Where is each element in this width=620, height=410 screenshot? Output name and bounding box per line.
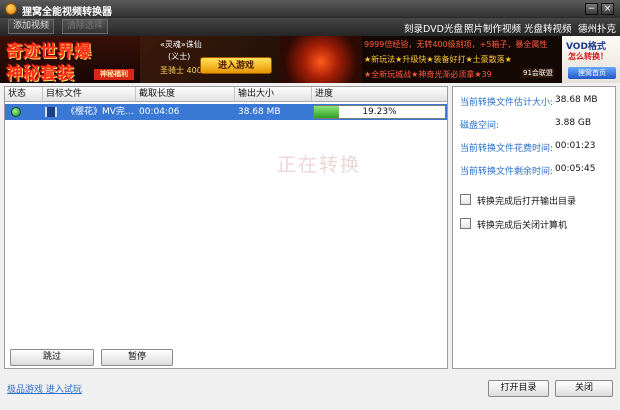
ad-right-line-1: 9999倍经验，无转400级刻项，+5箱子，暴全属性 [364,40,548,49]
disc-to-video-link[interactable]: 光盘转视频 [524,21,572,35]
table-row[interactable]: 《樱花》MV完… 00:04:06 38.68 MB 19.23% [5,104,447,120]
remaining-time-label: 当前转换文件剩余时间: [460,167,554,177]
ad-mid-panel[interactable]: «灵魂»诛仙 (义士) 圣骑士 400 进入游戏 [140,36,280,83]
ad-banner[interactable]: 奇迹世界爆 神秘套装 神秘福利 «灵魂»诛仙 (义士) 圣骑士 400 进入游戏… [0,36,620,83]
open-directory-button[interactable]: 打开目录 [488,380,549,397]
elapsed-time-value: 00:01:23 [555,141,596,151]
vod-subtitle: 怎么转换！ [568,52,608,61]
minimize-button[interactable]: − [585,3,598,15]
est-size-value: 38.68 MB [555,95,598,105]
table-header: 状态 目标文件 截取长度 输出大小 进度 [5,87,447,102]
converting-watermark: 正在转换 [277,154,362,176]
ad-mid-level: 圣骑士 400 [160,66,202,75]
close-button[interactable]: 关闭 [555,380,613,397]
info-panel: 当前转换文件估计大小: 38.68 MB 磁盘空间: 3.88 GB 当前转换文… [452,86,616,369]
toolbar: 添加视频 清除选择 刻录DVD光盘 照片制作视频 光盘转视频 德州扑克 [0,18,620,36]
vod-ad-panel[interactable]: VOD格式 怎么转换！ 狸窝首页 [562,36,620,83]
ad-left-panel[interactable]: 奇迹世界爆 神秘套装 神秘福利 [0,36,140,83]
progress-percent: 19.23% [362,107,397,117]
game-ad-link[interactable]: 极品游戏 进入试玩 [7,382,82,395]
globe-icon [11,107,21,117]
column-header-output-size[interactable]: 输出大小 [235,87,312,102]
poker-link[interactable]: 德州扑克 [578,21,616,35]
column-header-status[interactable]: 状态 [5,87,43,102]
progress-bar: 19.23% [313,105,446,119]
photo-video-link[interactable]: 照片制作视频 [464,21,521,35]
home-page-button[interactable]: 狸窝首页 [568,67,616,79]
open-output-checkbox[interactable] [460,194,471,205]
ad-left-tag: 神秘福利 [94,69,134,80]
ad-left-subline: 神秘套装 [6,64,74,83]
ad-mid-class: (义士) [168,52,191,61]
row-duration: 00:04:06 [139,107,180,117]
open-output-label[interactable]: 转换完成后打开输出目录 [477,194,576,207]
column-header-duration[interactable]: 截取长度 [136,87,235,102]
app-logo-icon [5,3,17,15]
enter-game-button[interactable]: 进入游戏 [200,57,272,74]
close-window-button[interactable]: × [601,3,614,15]
conversion-list-panel: 状态 目标文件 截取长度 输出大小 进度 《樱花》MV完… 00:04:06 3… [4,86,448,369]
window-title: 狸窝全能视频转换器 [22,7,112,18]
title-bar: 狸窝全能视频转换器 − × [0,0,620,18]
column-header-target-file[interactable]: 目标文件 [43,87,136,102]
burn-dvd-link[interactable]: 刻录DVD光盘 [404,21,463,35]
pause-button[interactable]: 暂停 [101,349,173,366]
remove-selected-button[interactable]: 清除选择 [62,19,108,34]
add-video-button[interactable]: 添加视频 [8,19,54,34]
elapsed-time-label: 当前转换文件花费时间: [460,144,554,154]
remaining-time-value: 00:05:45 [555,164,596,174]
row-file-name: 《樱花》MV完… [66,107,134,117]
shutdown-label[interactable]: 转换完成后关闭计算机 [477,218,567,231]
film-icon [45,107,57,117]
disk-space-value: 3.88 GB [555,118,592,128]
column-header-progress[interactable]: 进度 [312,87,447,102]
ad-mid-game-name: «灵魂»诛仙 [160,40,202,49]
ad-right-line-3: ★全新玩城战★神奇光渐必须拿★39 [364,70,492,79]
shutdown-checkbox[interactable] [460,218,471,229]
row-output-size: 38.68 MB [238,107,281,117]
ad-artwork [280,36,362,83]
skip-button[interactable]: 跳过 [10,349,94,366]
ad-right-line-2: ★新玩法★升级快★装备好打★土豪散落★ [364,55,512,64]
ad-league-badge: 91会联盟 [522,68,554,78]
est-size-label: 当前转换文件估计大小: [460,98,554,108]
disk-space-label: 磁盘空间: [460,121,500,131]
